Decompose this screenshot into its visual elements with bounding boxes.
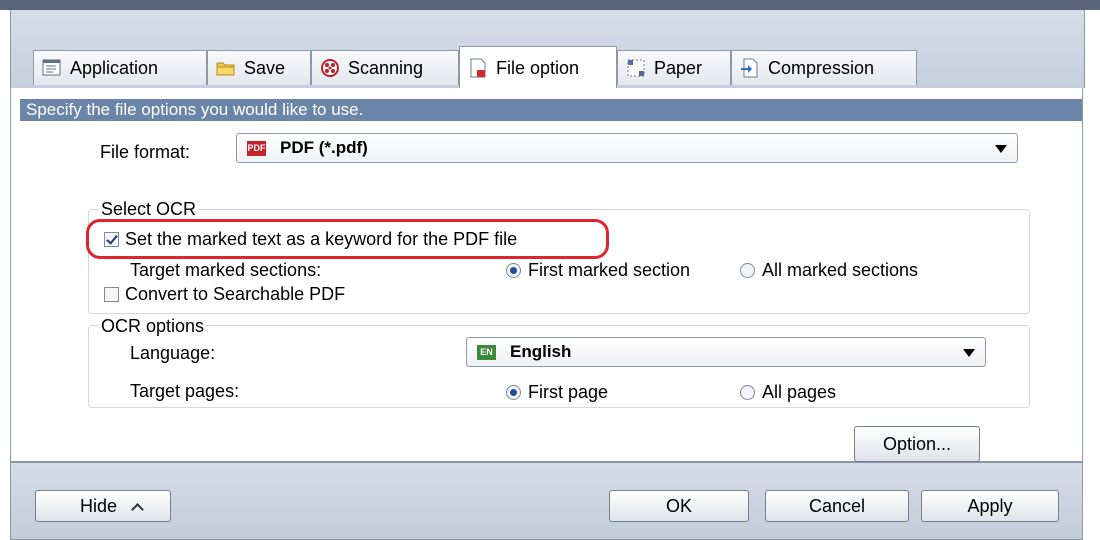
settings-window: Application Save Scanning File option Pa… xyxy=(0,0,1100,540)
tab-save[interactable]: Save xyxy=(207,50,311,85)
apply-button[interactable]: Apply xyxy=(921,490,1059,522)
en-flag-icon: EN xyxy=(477,344,496,360)
ocr-options-title: OCR options xyxy=(99,316,207,336)
language-label: Language: xyxy=(130,343,216,363)
file-format-dropdown[interactable]: PDF PDF (*.pdf) xyxy=(236,133,1018,163)
chevron-up-icon xyxy=(131,502,144,516)
tab-scanning[interactable]: Scanning xyxy=(311,50,459,85)
chevron-down-icon[interactable] xyxy=(963,349,975,357)
dialog-footer: Hide OK Cancel Apply xyxy=(10,462,1083,540)
tab-label: Compression xyxy=(768,58,875,78)
option-button[interactable]: Option... xyxy=(854,426,980,462)
tab-label: Paper xyxy=(654,58,703,78)
first-marked-section-radio[interactable] xyxy=(506,263,521,278)
select-ocr-title: Select OCR xyxy=(99,199,199,219)
tab-application[interactable]: Application xyxy=(33,50,207,85)
highlight-annotation xyxy=(86,219,609,259)
first-page-label[interactable]: First page xyxy=(528,381,608,403)
application-icon xyxy=(42,58,62,78)
pdf-icon: PDF xyxy=(247,140,266,156)
chevron-down-icon[interactable] xyxy=(995,145,1007,153)
all-pages-label[interactable]: All pages xyxy=(762,381,836,403)
ok-button[interactable]: OK xyxy=(609,490,749,522)
target-pages-label: Target pages: xyxy=(130,381,240,401)
target-marked-sections-label: Target marked sections: xyxy=(130,260,322,280)
hide-button-label: Hide xyxy=(80,495,118,516)
all-marked-sections-radio[interactable] xyxy=(740,263,755,278)
paper-icon xyxy=(626,58,646,78)
tab-compression[interactable]: Compression xyxy=(731,50,917,85)
title-strip xyxy=(0,0,1100,10)
tab-paper[interactable]: Paper xyxy=(617,50,731,85)
tab-bar: Application Save Scanning File option Pa… xyxy=(10,10,1085,88)
searchable-pdf-label[interactable]: Convert to Searchable PDF xyxy=(125,283,345,305)
tab-label: Application xyxy=(70,58,159,78)
language-value: English xyxy=(510,342,572,361)
searchable-pdf-checkbox[interactable] xyxy=(104,287,119,302)
tab-label: File option xyxy=(496,57,580,78)
file-format-value: PDF (*.pdf) xyxy=(280,138,368,157)
first-marked-section-label[interactable]: First marked section xyxy=(528,259,690,281)
tab-label: Scanning xyxy=(348,58,424,78)
compression-icon xyxy=(740,58,760,78)
scanning-icon xyxy=(320,58,340,78)
first-page-radio[interactable] xyxy=(506,385,521,400)
folder-icon xyxy=(216,58,236,78)
file-option-icon xyxy=(468,58,488,78)
all-marked-sections-label[interactable]: All marked sections xyxy=(762,259,918,281)
file-format-label: File format: xyxy=(100,142,191,162)
tab-label: Save xyxy=(244,58,286,78)
cancel-button[interactable]: Cancel xyxy=(765,490,909,522)
panel-header: Specify the file options you would like … xyxy=(20,99,1082,121)
all-pages-radio[interactable] xyxy=(740,385,755,400)
hide-button[interactable]: Hide xyxy=(35,490,171,522)
tab-file-option[interactable]: File option xyxy=(459,46,617,88)
language-dropdown[interactable]: EN English xyxy=(466,337,986,367)
